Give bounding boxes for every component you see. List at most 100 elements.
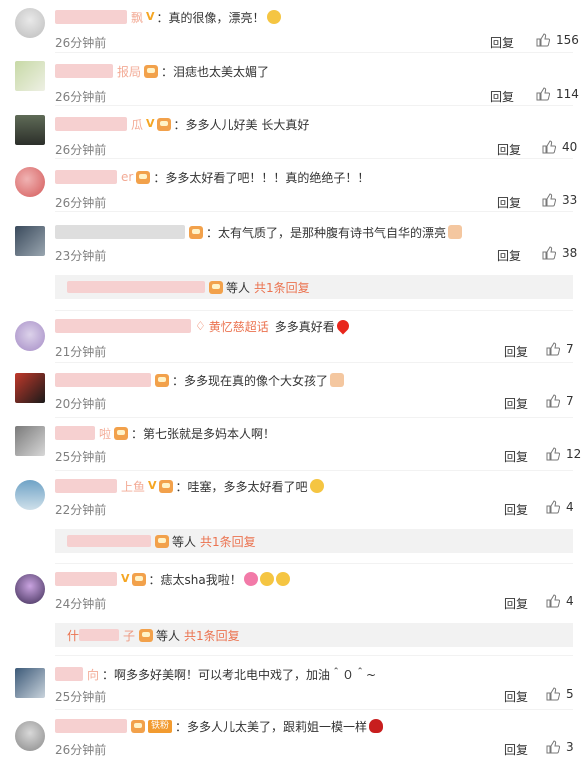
comment-time: 21分钟前 xyxy=(55,345,107,359)
username-blurred[interactable] xyxy=(55,170,117,184)
hand-emoji-icon xyxy=(330,373,345,387)
reply-button[interactable]: 回复 xyxy=(490,88,514,105)
username-blurred[interactable] xyxy=(55,373,151,387)
like-button[interactable]: 114 xyxy=(536,87,579,101)
like-button[interactable]: 40 xyxy=(542,140,577,154)
thumbs-up-icon xyxy=(542,140,556,154)
heart-icon xyxy=(334,317,352,335)
comment-item: 瓜 V ： 多多人儿好美 长大真好 26分钟前 回复 40 xyxy=(0,106,588,159)
username-suffix[interactable]: 上鱼 xyxy=(121,478,145,495)
heart-eyes-emoji-icon xyxy=(243,572,258,586)
reply-button[interactable]: 回复 xyxy=(504,741,528,758)
like-button[interactable]: 7 xyxy=(546,394,574,408)
comment-text: 多多太好看了吧！！！真的绝绝子！！ xyxy=(165,170,370,185)
like-button[interactable]: 156 xyxy=(536,33,579,47)
avatar[interactable] xyxy=(15,321,45,351)
thumbs-up-icon xyxy=(546,594,560,608)
member-crown-icon xyxy=(189,225,203,239)
comment-time: 25分钟前 xyxy=(55,450,107,464)
username-blurred[interactable] xyxy=(55,479,117,493)
vip-icon: V xyxy=(146,117,155,130)
username-blurred[interactable] xyxy=(55,667,83,681)
replies-suffix: 等人 xyxy=(156,628,181,643)
avatar[interactable] xyxy=(15,668,45,698)
reply-button[interactable]: 回复 xyxy=(504,688,528,705)
member-crown-icon xyxy=(156,117,171,131)
supertopic-icon: ♢ xyxy=(195,319,206,333)
like-button[interactable]: 4 xyxy=(546,594,574,608)
reply-button[interactable]: 回复 xyxy=(497,194,521,211)
username-blurred[interactable] xyxy=(55,64,113,78)
avatar[interactable] xyxy=(15,480,45,510)
avatar[interactable] xyxy=(15,226,45,256)
avatar[interactable] xyxy=(15,721,45,751)
comment-text: 太有气质了，是那种腹有诗书气自华的漂亮 xyxy=(218,225,447,240)
reply-button[interactable]: 回复 xyxy=(497,141,521,158)
username-blurred[interactable] xyxy=(55,426,95,440)
colon: ： xyxy=(148,572,161,587)
reply-button[interactable]: 回复 xyxy=(504,595,528,612)
replies-summary[interactable]: 等人 共1条回复 xyxy=(55,275,573,299)
crying-emoji-icon xyxy=(259,572,274,586)
reply-button[interactable]: 回复 xyxy=(490,34,514,51)
reply-button[interactable]: 回复 xyxy=(497,247,521,264)
replies-summary[interactable]: 什 子 等人 共1条回复 xyxy=(55,623,573,647)
username-suffix[interactable]: 报局 xyxy=(117,63,141,80)
username-suffix[interactable]: 啦 xyxy=(99,425,111,442)
comment-text: 真的很像，漂亮！ xyxy=(168,10,265,25)
supertopic-link[interactable]: 黄忆慈超话 xyxy=(209,318,269,335)
avatar[interactable] xyxy=(15,574,45,604)
comment-time: 25分钟前 xyxy=(55,690,107,704)
reply-button[interactable]: 回复 xyxy=(504,395,528,412)
view-replies-link[interactable]: 共1条回复 xyxy=(184,627,240,644)
avatar[interactable] xyxy=(15,167,45,197)
view-replies-link[interactable]: 共1条回复 xyxy=(200,533,256,550)
reply-button[interactable]: 回复 xyxy=(504,501,528,518)
username-blurred[interactable] xyxy=(55,225,185,239)
avatar[interactable] xyxy=(15,8,45,38)
member-crown-icon xyxy=(114,426,129,440)
comment-item: ： 多多现在真的像个大女孩了 20分钟前 回复 7 xyxy=(0,365,588,418)
like-button[interactable]: 7 xyxy=(546,342,574,356)
like-count: 156 xyxy=(556,33,579,47)
username-blurred[interactable] xyxy=(55,319,191,333)
like-button[interactable]: 5 xyxy=(546,687,574,701)
username-blurred[interactable] xyxy=(55,719,127,733)
username-blurred[interactable] xyxy=(55,572,117,586)
comment-item: 报局 ： 泪痣也太美太媚了 26分钟前 回复 114 xyxy=(0,53,588,106)
like-count: 40 xyxy=(562,140,578,154)
username-suffix[interactable]: er xyxy=(121,170,133,184)
view-replies-link[interactable]: 共1条回复 xyxy=(254,279,310,296)
member-crown-icon xyxy=(136,170,151,184)
like-button[interactable]: 33 xyxy=(542,193,577,207)
comment-item: 上鱼 V ： 哇塞，多多太好看了吧 22分钟前 回复 4 xyxy=(0,471,588,526)
username-suffix[interactable]: 向 xyxy=(87,666,99,683)
avatar[interactable] xyxy=(15,426,45,456)
username-blurred[interactable] xyxy=(55,117,127,131)
pleading-emoji-icon xyxy=(309,479,324,493)
avatar[interactable] xyxy=(15,115,45,145)
reply-button[interactable]: 回复 xyxy=(504,343,528,360)
like-button[interactable]: 38 xyxy=(542,246,577,260)
thumbs-up-icon xyxy=(536,33,550,47)
comment-time: 22分钟前 xyxy=(55,503,107,517)
comment-list: 飘 V ： 真的很像，漂亮！ 26分钟前 回复 156 报局 ： 泪痣也太美太媚… xyxy=(0,0,588,762)
like-count: 33 xyxy=(562,193,578,207)
avatar[interactable] xyxy=(15,373,45,403)
like-button[interactable]: 12 xyxy=(546,447,581,461)
like-count: 7 xyxy=(566,394,574,408)
avatar[interactable] xyxy=(15,61,45,91)
member-crown-icon xyxy=(131,719,145,733)
vip-icon: V xyxy=(121,572,130,585)
reply-button[interactable]: 回复 xyxy=(504,448,528,465)
replies-summary[interactable]: 等人 共1条回复 xyxy=(55,529,573,553)
comment-time: 26分钟前 xyxy=(55,143,107,157)
like-button[interactable]: 4 xyxy=(546,500,574,514)
username-suffix[interactable]: 飘 xyxy=(131,9,143,26)
like-button[interactable]: 3 xyxy=(546,740,574,754)
comment-time: 26分钟前 xyxy=(55,36,107,50)
comment-time: 26分钟前 xyxy=(55,90,107,104)
username-suffix[interactable]: 瓜 xyxy=(131,116,143,133)
username-blurred[interactable] xyxy=(55,10,127,24)
crying-emoji-icon xyxy=(275,572,290,586)
